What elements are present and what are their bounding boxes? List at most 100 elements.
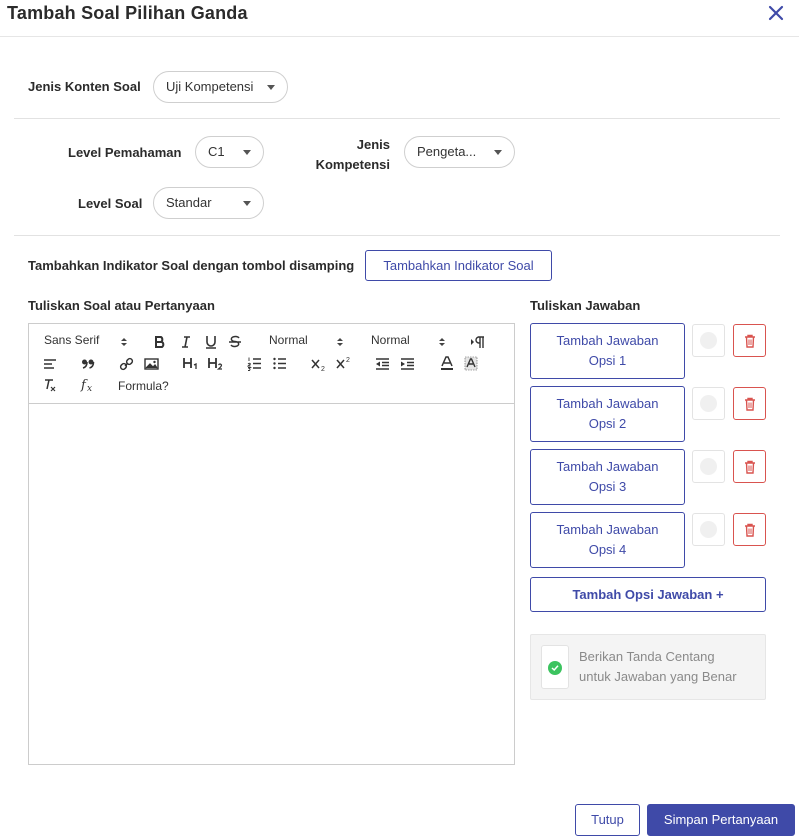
delete-option-button[interactable] [733, 513, 766, 546]
jenis-konten-select[interactable]: Uji Kompetensi [153, 71, 288, 103]
level-soal-label: Level Soal [78, 196, 143, 211]
hint-icon-box [541, 645, 569, 689]
chevron-down-icon [494, 150, 502, 155]
option-label-line1: Tambah Jawaban [556, 396, 659, 411]
trash-icon [745, 397, 755, 411]
correct-answer-checkbox[interactable] [692, 513, 725, 546]
dialog-title: Tambah Soal Pilihan Ganda [7, 3, 248, 23]
header-select[interactable]: Normal [371, 333, 410, 347]
formula-placeholder: Formula? [118, 379, 169, 393]
rtl-direction-icon[interactable] [470, 335, 486, 349]
updown-arrows-icon [438, 336, 446, 348]
level-pemahaman-value: C1 [208, 144, 225, 159]
check-circle-icon [548, 661, 562, 675]
updown-arrows-icon [120, 336, 128, 348]
svg-text:x: x [87, 384, 92, 393]
option-label-line1: Tambah Jawaban [556, 459, 659, 474]
add-answer-option-button[interactable]: Tambah Opsi Jawaban + [530, 577, 766, 612]
trash-icon [745, 460, 755, 474]
jenis-kompetensi-select[interactable]: Pengeta... [404, 136, 515, 168]
option-label-line2: Opsi 1 [588, 353, 627, 368]
hint-text-line1: Berikan Tanda Centang [579, 649, 715, 664]
align-left-icon[interactable] [43, 357, 57, 371]
empty-circle-icon [700, 332, 717, 349]
underline-icon[interactable] [204, 335, 218, 350]
option-label-line2: Opsi 2 [588, 416, 627, 431]
dialog-header: Tambah Soal Pilihan Ganda [0, 0, 799, 37]
formula-icon[interactable]: fx [80, 378, 96, 393]
add-answer-option-4-button[interactable]: Tambah Jawaban Opsi 4 [530, 512, 685, 568]
level-pemahaman-select[interactable]: C1 [195, 136, 264, 168]
svg-text:2: 2 [346, 357, 350, 364]
strikethrough-icon[interactable] [228, 335, 242, 349]
level-pemahaman-label: Level Pemahaman [68, 145, 182, 160]
option-label-line1: Tambah Jawaban [556, 522, 659, 537]
chevron-down-icon [267, 85, 275, 90]
italic-icon[interactable] [179, 335, 193, 349]
correct-answer-hint: Berikan Tanda Centang untuk Jawaban yang… [530, 634, 766, 700]
section-divider [14, 235, 780, 236]
save-question-button[interactable]: Simpan Pertanyaan [647, 804, 795, 836]
ordered-list-icon[interactable] [247, 356, 262, 371]
heading1-icon[interactable] [182, 356, 199, 371]
jenis-kompetensi-label-line2: Kompetensi [315, 157, 390, 172]
formula-label: Formula? [118, 379, 169, 393]
font-family-value: Sans Serif [44, 333, 100, 347]
subscript-icon[interactable]: 2 [311, 357, 327, 372]
hint-text: Berikan Tanda Centang untuk Jawaban yang… [579, 647, 759, 687]
font-color-icon[interactable] [440, 356, 454, 371]
jenis-kompetensi-value: Pengeta... [417, 144, 477, 159]
empty-circle-icon [700, 458, 717, 475]
chevron-down-icon [243, 150, 251, 155]
outdent-icon[interactable] [375, 357, 390, 371]
delete-option-button[interactable] [733, 450, 766, 483]
answers-label: Tuliskan Jawaban [530, 298, 641, 313]
superscript-icon[interactable]: 2 [336, 356, 352, 371]
updown-arrows-icon [336, 336, 344, 348]
font-size-value: Normal [269, 333, 308, 347]
link-icon[interactable] [119, 357, 134, 372]
close-button[interactable]: Tutup [575, 804, 640, 836]
image-icon[interactable] [144, 357, 159, 371]
level-soal-value: Standar [166, 195, 212, 210]
jenis-kompetensi-label-line1: Jenis [356, 137, 390, 152]
question-label: Tuliskan Soal atau Pertanyaan [28, 298, 215, 313]
background-color-icon[interactable] [464, 356, 478, 371]
jenis-konten-label: Jenis Konten Soal [28, 79, 141, 94]
trash-icon [745, 523, 755, 537]
level-soal-select[interactable]: Standar [153, 187, 264, 219]
add-answer-option-3-button[interactable]: Tambah Jawaban Opsi 3 [530, 449, 685, 505]
bold-icon[interactable] [153, 335, 167, 349]
indent-icon[interactable] [400, 357, 415, 371]
option-label-line1: Tambah Jawaban [556, 333, 659, 348]
font-size-select[interactable]: Normal [269, 333, 308, 347]
bullet-list-icon[interactable] [272, 356, 287, 371]
jenis-konten-value: Uji Kompetensi [166, 79, 254, 94]
delete-option-button[interactable] [733, 387, 766, 420]
correct-answer-checkbox[interactable] [692, 324, 725, 357]
question-text-area[interactable] [29, 404, 514, 764]
option-label-line2: Opsi 3 [588, 479, 627, 494]
blockquote-icon[interactable] [81, 357, 95, 371]
heading2-icon[interactable] [207, 356, 224, 371]
option-label-line2: Opsi 4 [588, 542, 627, 557]
question-editor: Sans Serif Normal Normal 2 2 f x Formula… [28, 323, 515, 765]
add-answer-option-2-button[interactable]: Tambah Jawaban Opsi 2 [530, 386, 685, 442]
header-value: Normal [371, 333, 410, 347]
close-icon[interactable] [765, 4, 787, 24]
correct-answer-checkbox[interactable] [692, 450, 725, 483]
section-divider [14, 118, 780, 119]
empty-circle-icon [700, 395, 717, 412]
trash-icon [745, 334, 755, 348]
indikator-label: Tambahkan Indikator Soal dengan tombol d… [28, 258, 355, 273]
add-answer-option-1-button[interactable]: Tambah Jawaban Opsi 1 [530, 323, 685, 379]
editor-toolbar: Sans Serif Normal Normal 2 2 f x Formula… [29, 324, 514, 404]
delete-option-button[interactable] [733, 324, 766, 357]
add-indicator-button[interactable]: Tambahkan Indikator Soal [365, 250, 552, 281]
font-family-select[interactable]: Sans Serif [44, 333, 99, 347]
clear-format-icon[interactable] [43, 378, 58, 393]
svg-text:2: 2 [321, 366, 325, 372]
correct-answer-checkbox[interactable] [692, 387, 725, 420]
hint-text-line2: untuk Jawaban yang Benar [579, 669, 737, 684]
jenis-kompetensi-label: Jenis Kompetensi [300, 135, 390, 175]
